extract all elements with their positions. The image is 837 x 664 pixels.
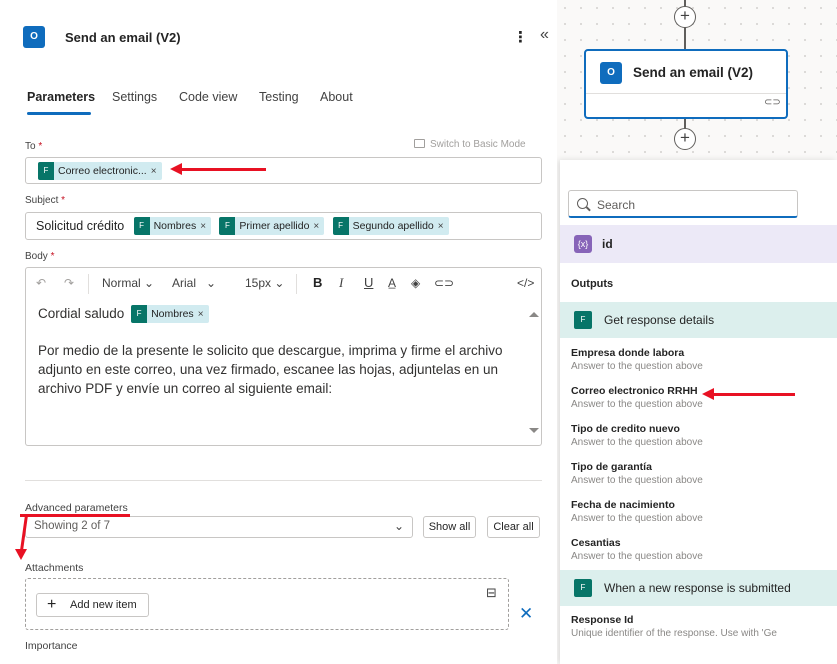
search-input[interactable]: Search: [568, 190, 798, 218]
forms-icon: F: [131, 305, 148, 324]
tab-about[interactable]: About: [320, 90, 353, 104]
forms-icon: F: [38, 162, 54, 180]
panel-header: O Send an email (V2) ⋮ «: [23, 22, 549, 62]
annotation-line-advanced: [20, 514, 130, 517]
group-new-response[interactable]: F When a new response is submitted: [560, 570, 837, 606]
dynamic-item[interactable]: Response Id Unique identifier of the resp…: [571, 614, 836, 639]
dynamic-token[interactable]: F Correo electronic... ×: [38, 162, 162, 180]
remove-token-icon[interactable]: ×: [313, 221, 319, 232]
tab-settings[interactable]: Settings: [112, 90, 157, 104]
advanced-parameters-dropdown[interactable]: Showing 2 of 7 ⌄: [25, 516, 413, 538]
attachments-label: Attachments: [25, 562, 84, 574]
greeting-line: Cordial saludo F Nombres ×: [38, 304, 209, 324]
edit-icon: [414, 139, 425, 148]
forms-icon: F: [574, 311, 592, 329]
node-title: Send an email (V2): [633, 65, 754, 80]
dynamic-item[interactable]: Empresa donde labora Answer to the questi…: [571, 347, 836, 372]
highlight-icon[interactable]: ◈: [411, 276, 420, 290]
annotation-arrow-head: [702, 388, 714, 400]
scroll-up-icon[interactable]: [529, 312, 539, 317]
token-nombres-body[interactable]: F Nombres ×: [131, 305, 209, 324]
add-step-icon[interactable]: +: [674, 128, 696, 150]
search-icon: [577, 198, 588, 209]
remove-token-icon[interactable]: ×: [200, 221, 206, 232]
add-step-icon[interactable]: +: [674, 6, 696, 28]
advanced-parameters-label: Advanced parameters: [25, 502, 128, 514]
subject-label: Subject *: [25, 195, 66, 206]
delete-icon[interactable]: ✕: [519, 604, 533, 624]
italic-button[interactable]: I: [339, 275, 343, 291]
more-options-icon[interactable]: ⋮: [513, 28, 528, 46]
forms-icon: F: [219, 217, 236, 235]
action-settings-panel: O Send an email (V2) ⋮ « Parameters Sett…: [0, 0, 567, 664]
add-new-item-button[interactable]: + Add new item: [36, 593, 149, 617]
show-all-button[interactable]: Show all: [423, 516, 476, 538]
font-dropdown[interactable]: Arial ⌄: [172, 276, 216, 290]
style-dropdown[interactable]: Normal ⌄: [102, 276, 154, 290]
token-id[interactable]: {x} id: [560, 225, 837, 263]
switch-input-mode-icon[interactable]: ⊟: [486, 585, 497, 601]
scroll-down-icon[interactable]: [529, 428, 539, 433]
forms-icon: F: [133, 217, 150, 235]
clear-all-button[interactable]: Clear all: [487, 516, 540, 538]
undo-icon[interactable]: ↶: [36, 276, 46, 290]
code-view-icon[interactable]: </>: [517, 276, 534, 290]
redo-icon[interactable]: ↷: [64, 276, 74, 290]
to-field[interactable]: F Correo electronic... ×: [25, 157, 542, 184]
outlook-icon: O: [600, 62, 622, 84]
link-icon: ⊂⊃: [764, 97, 781, 108]
outlook-icon: O: [23, 26, 45, 48]
importance-label: Importance: [25, 640, 78, 652]
panel-title: Send an email (V2): [65, 30, 181, 45]
send-email-node[interactable]: O Send an email (V2) ⊂⊃: [584, 49, 788, 119]
divider: [25, 480, 542, 481]
dynamic-item[interactable]: Tipo de garantía Answer to the question a…: [571, 461, 836, 486]
dynamic-item[interactable]: Fecha de nacimiento Answer to the questio…: [571, 499, 836, 524]
token-nombres[interactable]: F Nombres ×: [133, 217, 212, 235]
body-paragraph: Por medio de la presente le solicito que…: [38, 343, 503, 396]
subject-field[interactable]: Solicitud crédito F Nombres × F Primer apel…: [25, 212, 542, 240]
dynamic-item[interactable]: Cesantias Answer to the question above: [571, 537, 836, 562]
designer-canvas: + O Send an email (V2) ⊂⊃ + Search {x} i…: [557, 0, 837, 664]
token-segundo-apellido[interactable]: F Segundo apellido ×: [332, 217, 449, 235]
group-get-response-details[interactable]: F Get response details: [560, 302, 837, 338]
attachments-array: + Add new item ⊟: [25, 578, 509, 630]
to-label: To *: [25, 141, 43, 152]
tab-code-view[interactable]: Code view: [179, 90, 237, 104]
token-primer-apellido[interactable]: F Primer apellido ×: [219, 217, 325, 235]
font-color-icon[interactable]: A̲: [388, 276, 396, 290]
chevron-down-icon: ⌄: [393, 519, 404, 533]
size-dropdown[interactable]: 15px ⌄: [245, 276, 284, 290]
dynamic-item[interactable]: Tipo de credito nuevo Answer to the quest…: [571, 423, 836, 448]
remove-token-icon[interactable]: ×: [438, 221, 444, 232]
body-editor[interactable]: Cordial saludo F Nombres × Por medio de la…: [25, 298, 542, 446]
underline-button[interactable]: U: [364, 275, 373, 290]
bold-button[interactable]: B: [313, 275, 322, 290]
link-icon[interactable]: ⊂⊃: [434, 276, 454, 290]
dynamic-content-popup: Search {x} id Outputs F Get response det…: [560, 160, 837, 664]
body-label: Body *: [25, 251, 55, 262]
forms-icon: F: [574, 579, 592, 597]
active-tab-indicator: [27, 112, 91, 115]
annotation-arrow-head: [170, 163, 182, 175]
forms-icon: F: [332, 217, 349, 235]
outputs-heading: Outputs: [571, 278, 614, 290]
collapse-panel-icon[interactable]: «: [540, 26, 549, 44]
annotation-arrow-to: [178, 168, 266, 171]
tab-parameters[interactable]: Parameters: [27, 90, 95, 104]
plus-icon: +: [47, 596, 57, 613]
tab-testing[interactable]: Testing: [259, 90, 299, 104]
annotation-arrow-head: [15, 549, 27, 560]
rich-text-toolbar: ↶ ↷ Normal ⌄ Arial ⌄ 15px ⌄ B I U A̲ ◈ ⊂…: [25, 267, 542, 299]
variable-icon: {x}: [574, 235, 592, 253]
remove-token-icon[interactable]: ×: [151, 166, 157, 177]
annotation-arrow-correo: [710, 393, 795, 396]
remove-token-icon[interactable]: ×: [198, 305, 204, 324]
switch-basic-mode[interactable]: Switch to Basic Mode: [414, 139, 526, 150]
